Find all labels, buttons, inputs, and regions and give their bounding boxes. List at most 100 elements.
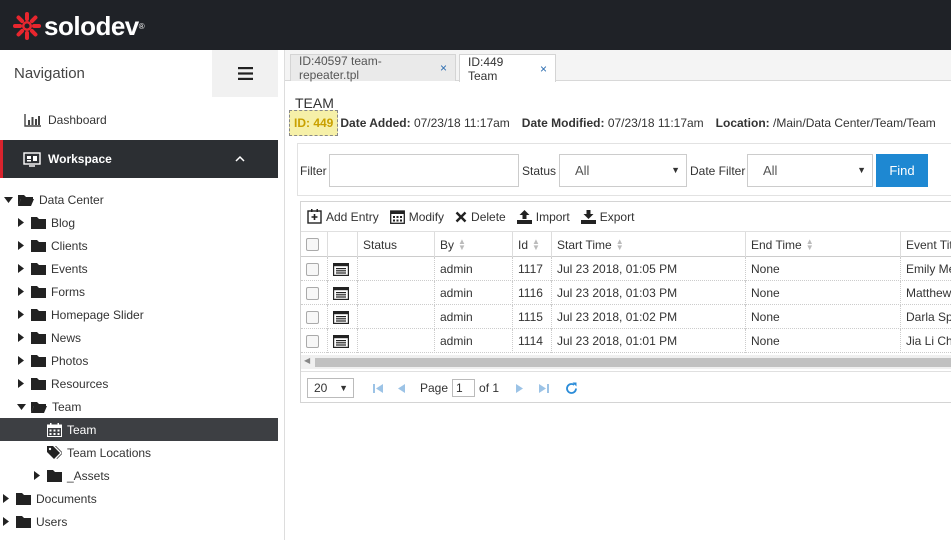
import-button[interactable]: Import bbox=[516, 209, 570, 224]
table-row[interactable]: admin 1116 Jul 23 2018, 01:03 PM None Ma… bbox=[301, 281, 951, 305]
location-label: Location: bbox=[715, 116, 770, 130]
caret-down-icon[interactable] bbox=[2, 196, 14, 203]
scrollbar-thumb[interactable] bbox=[315, 358, 951, 367]
tree-item-resources[interactable]: Resources bbox=[15, 372, 108, 395]
tree-item-label: Team bbox=[52, 399, 82, 414]
column-end-time[interactable]: End Time ▲ ▼ bbox=[746, 232, 901, 257]
caret-right-icon[interactable] bbox=[15, 287, 27, 296]
caret-right-icon[interactable] bbox=[0, 494, 12, 503]
row-checkbox[interactable] bbox=[306, 262, 319, 276]
sort-icon: ▲ ▼ bbox=[805, 236, 814, 252]
calendar-icon bbox=[47, 422, 62, 437]
delete-button[interactable]: Delete bbox=[455, 210, 506, 224]
tab-team-repeater-tpl[interactable]: ID:40597 team-repeater.tpl × bbox=[290, 54, 456, 82]
status-label: Status bbox=[522, 164, 557, 178]
row-checkbox[interactable] bbox=[306, 310, 319, 324]
tree-item-homepage-slider[interactable]: Homepage Slider bbox=[15, 303, 144, 326]
horizontal-scrollbar[interactable]: ◀ bbox=[301, 355, 951, 369]
column-status[interactable]: Status bbox=[358, 232, 435, 257]
row-checkbox[interactable] bbox=[306, 286, 319, 300]
import-label: Import bbox=[535, 209, 570, 224]
modify-button[interactable]: Modify bbox=[389, 209, 444, 224]
column-label: Start Time bbox=[557, 237, 612, 252]
caret-right-icon[interactable] bbox=[15, 218, 27, 227]
menu-toggle-button[interactable] bbox=[212, 50, 278, 97]
tree-item-users[interactable]: Users bbox=[0, 510, 67, 533]
caret-right-icon[interactable] bbox=[15, 356, 27, 365]
tree-item-forms[interactable]: Forms bbox=[15, 280, 85, 303]
entry-details-icon[interactable] bbox=[333, 334, 349, 348]
tree-item-clients[interactable]: Clients bbox=[15, 234, 88, 257]
id-cell: 1117 bbox=[513, 257, 552, 281]
tree-item-team-folder[interactable]: Team bbox=[15, 395, 81, 418]
status-select[interactable]: All ▼ bbox=[559, 154, 687, 187]
start-time-cell: Jul 23 2018, 01:03 PM bbox=[552, 281, 746, 305]
scroll-left-icon[interactable]: ◀ bbox=[304, 356, 310, 365]
table-row[interactable]: admin 1114 Jul 23 2018, 01:01 PM None Ji… bbox=[301, 329, 951, 353]
event-title-cell: Jia Li Chu bbox=[906, 334, 951, 348]
chevron-up-icon[interactable] bbox=[235, 155, 245, 162]
tree-item-team-locations[interactable]: Team Locations bbox=[47, 441, 151, 464]
add-icon bbox=[307, 209, 322, 224]
table-row[interactable]: admin 1115 Jul 23 2018, 01:02 PM None Da… bbox=[301, 305, 951, 329]
entry-details-icon[interactable] bbox=[333, 310, 349, 324]
status-cell bbox=[358, 281, 435, 305]
calendar-icon bbox=[389, 210, 405, 224]
caret-right-icon[interactable] bbox=[15, 379, 27, 388]
caret-right-icon[interactable] bbox=[15, 264, 27, 273]
entry-details-icon[interactable] bbox=[333, 286, 349, 300]
filter-input[interactable] bbox=[329, 154, 519, 187]
tree-item-team-calendar[interactable]: Team bbox=[0, 418, 278, 441]
folder-icon bbox=[31, 239, 46, 252]
export-button[interactable]: Export bbox=[580, 209, 634, 224]
caret-down-icon[interactable] bbox=[15, 403, 27, 410]
close-icon[interactable]: × bbox=[440, 61, 447, 75]
last-page-icon[interactable] bbox=[533, 383, 553, 394]
caret-right-icon[interactable] bbox=[31, 471, 43, 480]
column-by[interactable]: By ▲ ▼ bbox=[435, 232, 513, 257]
row-checkbox[interactable] bbox=[306, 334, 319, 348]
date-filter-select[interactable]: All ▼ bbox=[747, 154, 873, 187]
first-page-icon[interactable] bbox=[368, 383, 388, 394]
tree-item-label: Blog bbox=[51, 215, 76, 230]
tree-item-events[interactable]: Events bbox=[15, 257, 88, 280]
caret-right-icon[interactable] bbox=[15, 310, 27, 319]
caret-right-icon[interactable] bbox=[15, 241, 27, 250]
tree-item-data-center[interactable]: Data Center bbox=[2, 188, 104, 211]
start-time-cell: Jul 23 2018, 01:01 PM bbox=[552, 329, 746, 353]
column-start-time[interactable]: Start Time ▲ ▼ bbox=[552, 232, 746, 257]
tree-item-photos[interactable]: Photos bbox=[15, 349, 88, 372]
refresh-icon[interactable] bbox=[561, 382, 581, 395]
sidebar-item-dashboard[interactable]: Dashboard bbox=[0, 103, 278, 137]
column-id[interactable]: Id ▲ ▼ bbox=[513, 232, 552, 257]
tree-item-blog[interactable]: Blog bbox=[15, 211, 75, 234]
end-time-cell: None bbox=[746, 281, 901, 305]
next-page-icon[interactable] bbox=[509, 383, 529, 394]
tree-item-news[interactable]: News bbox=[15, 326, 81, 349]
start-time-cell: Jul 23 2018, 01:02 PM bbox=[552, 305, 746, 329]
table-row[interactable]: admin 1117 Jul 23 2018, 01:05 PM None Em… bbox=[301, 257, 951, 281]
caret-right-icon[interactable] bbox=[0, 517, 12, 526]
close-icon[interactable]: × bbox=[540, 62, 547, 76]
page-size-select[interactable]: 20 ▼ bbox=[307, 378, 354, 398]
status-cell bbox=[358, 305, 435, 329]
page-of-label: of 1 bbox=[479, 381, 500, 395]
previous-page-icon[interactable] bbox=[392, 383, 412, 394]
caret-right-icon[interactable] bbox=[15, 333, 27, 342]
tree-item-label: Forms bbox=[51, 284, 85, 299]
tree-item-assets[interactable]: _Assets bbox=[31, 464, 110, 487]
tab-bar: ID:40597 team-repeater.tpl × ID:449 Team… bbox=[285, 50, 951, 83]
sidebar-item-workspace[interactable]: Workspace bbox=[0, 140, 278, 178]
entry-details-icon[interactable] bbox=[333, 262, 349, 276]
column-event-title[interactable]: Event Title bbox=[901, 232, 951, 257]
tab-team[interactable]: ID:449 Team × bbox=[459, 54, 556, 83]
solodev-logo[interactable]: solodev ® bbox=[12, 11, 145, 41]
logo-mark-icon bbox=[13, 12, 41, 40]
sort-icon: ▲ ▼ bbox=[615, 236, 624, 252]
add-entry-button[interactable]: Add Entry bbox=[307, 209, 379, 224]
find-button[interactable]: Find bbox=[876, 154, 928, 187]
select-all-checkbox[interactable] bbox=[306, 238, 319, 251]
row-select-cell bbox=[301, 305, 328, 329]
tree-item-documents[interactable]: Documents bbox=[0, 487, 97, 510]
page-number-input[interactable]: 1 bbox=[452, 379, 476, 397]
